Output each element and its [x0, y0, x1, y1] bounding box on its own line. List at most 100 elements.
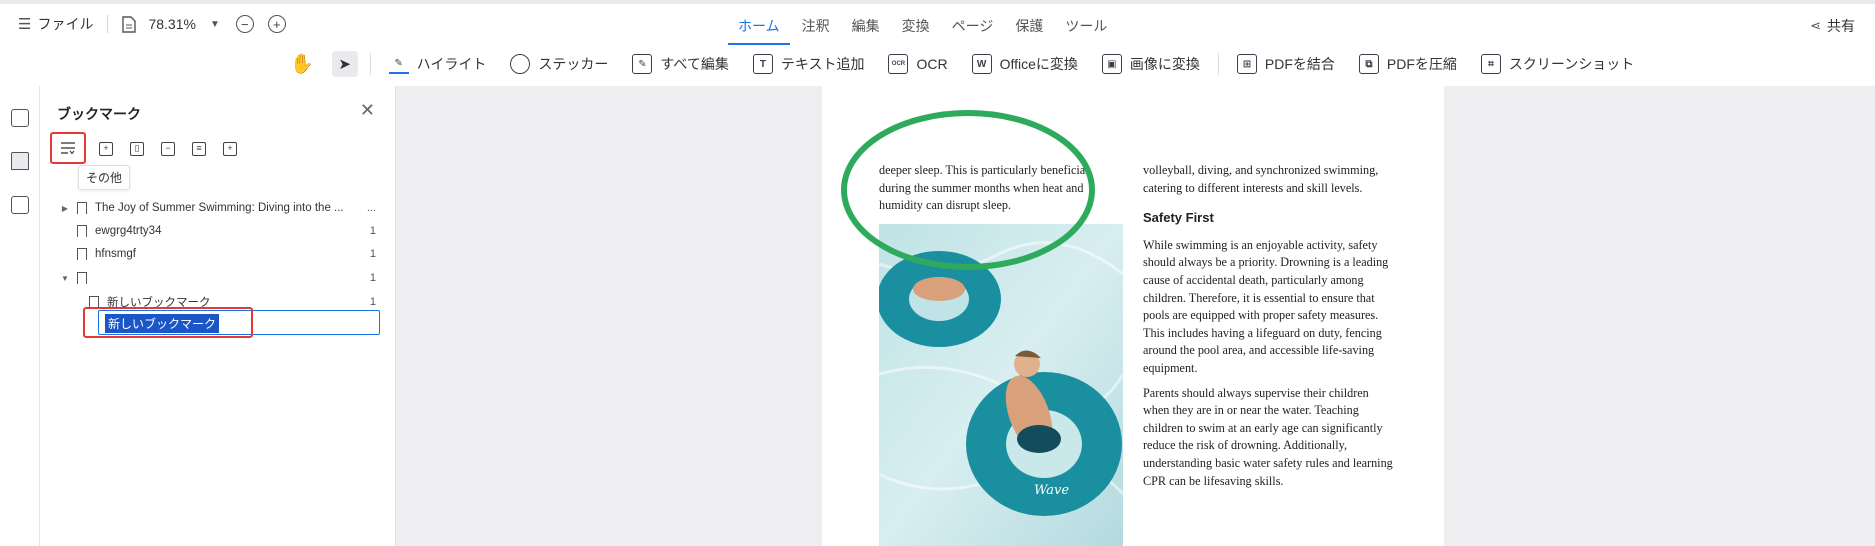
close-icon[interactable]: ✕ — [360, 100, 375, 121]
compress-pdf-label: PDFを圧縮 — [1386, 56, 1457, 72]
pdf-page[interactable]: deeper sleep. This is particularly benef… — [822, 86, 1444, 546]
pool-photo: Wave — [879, 224, 1123, 546]
share-label: 共有 — [1827, 18, 1855, 34]
tab-page[interactable]: ページ — [952, 16, 994, 36]
tab-annotate[interactable]: 注釈 — [802, 16, 830, 36]
tab-convert[interactable]: 変換 — [902, 16, 930, 36]
bookmark-item-icon — [77, 272, 87, 284]
to-office-label: Officeに変換 — [999, 56, 1078, 72]
zoom-level[interactable]: 78.31% — [148, 16, 195, 32]
zoom-in-icon[interactable]: + — [267, 15, 286, 33]
add-bookmark-button[interactable]: + — [95, 138, 117, 160]
ribbon-tabs: ホーム 注釈 編集 変換 ページ 保護 ツール — [728, 16, 1129, 45]
menu-bar: ☰ ファイル 78.31% ▼ − + ホーム 注釈 編集 変換 ページ 保護 … — [0, 4, 1875, 46]
text-box-icon: T — [752, 54, 773, 74]
tab-protect[interactable]: 保護 — [1015, 16, 1043, 36]
collapse-arrow-icon[interactable]: ▼ — [59, 274, 71, 283]
photo-image: Wave — [879, 224, 1123, 546]
screenshot-button[interactable]: ⌗ スクリーンショット — [1480, 54, 1635, 74]
bookmark-properties-button[interactable]: ≡ — [188, 138, 210, 160]
svg-text:Wave: Wave — [1034, 483, 1069, 498]
new-child-bookmark-button[interactable]: + — [219, 138, 241, 160]
home-toolbar: ✋ ➤ ✎ ハイライト ステッカー ✎ すべて編集 T テキスト追加 OCR O… — [290, 46, 1658, 82]
merge-pdf-label: PDFを結合 — [1264, 56, 1335, 72]
tab-tools[interactable]: ツール — [1065, 16, 1107, 36]
trash-icon: − — [161, 142, 175, 156]
bookmark-item[interactable]: hfnsmgf 1 — [40, 242, 376, 266]
bookmark-toolbar: + ▯ − ≡ + — [50, 132, 250, 164]
to-image-label: 画像に変換 — [1129, 56, 1200, 72]
bookmark-page: ... — [366, 202, 376, 214]
list-options-icon — [61, 142, 75, 155]
more-options-button[interactable] — [50, 132, 86, 164]
section-heading: Safety First — [1143, 210, 1214, 226]
merge-icon: ⊞ — [1236, 54, 1257, 74]
comment-icon[interactable] — [11, 196, 29, 214]
add-text-button[interactable]: T テキスト追加 — [752, 54, 865, 74]
bookmark-item-icon — [77, 248, 87, 260]
file-icon: ≡ — [192, 142, 206, 156]
bookmark-item-child[interactable]: 新しいブックマーク 1 — [40, 290, 376, 314]
edit-all-button[interactable]: ✎ すべて編集 — [632, 54, 729, 74]
zoom-dropdown-icon[interactable]: ▼ — [210, 19, 220, 30]
bookmark-page: 1 — [369, 272, 376, 284]
bookmark-icon[interactable] — [11, 152, 29, 170]
bookmark-page: 1 — [369, 296, 376, 308]
text-column-right: volleyball, diving, and synchronized swi… — [1143, 162, 1393, 497]
ocr-icon: OCR — [888, 54, 909, 74]
pdf-editor-window: ☰ ファイル 78.31% ▼ − + ホーム 注釈 編集 変換 ページ 保護 … — [0, 0, 1875, 546]
ocr-button[interactable]: OCR OCR — [888, 54, 948, 74]
share-icon: ⋖ — [1810, 18, 1821, 33]
bookmark-item-icon — [77, 202, 87, 214]
tab-edit[interactable]: 編集 — [852, 16, 880, 36]
bookmark-item-editing[interactable]: ▼ 1 — [40, 266, 376, 290]
menu-left-group: ☰ ファイル 78.31% ▼ − + — [18, 14, 286, 34]
sticker-button[interactable]: ステッカー — [510, 54, 608, 74]
image-icon: ▣ — [1101, 54, 1122, 74]
zoom-out-icon[interactable]: − — [235, 15, 254, 33]
office-icon: W — [971, 54, 992, 74]
expand-arrow-icon[interactable]: ▶ — [59, 204, 71, 213]
bookmark-item[interactable]: ▶ The Joy of Summer Swimming: Diving int… — [40, 196, 376, 220]
book-icon: ▯ — [130, 142, 144, 156]
file-menu[interactable]: ファイル — [37, 14, 93, 34]
highlighter-icon: ✎ — [388, 54, 409, 74]
hand-tool-icon[interactable]: ✋ — [290, 52, 314, 76]
to-office-button[interactable]: W Officeに変換 — [971, 54, 1078, 74]
divider — [107, 15, 109, 33]
ellipse-annotation[interactable] — [840, 109, 1096, 271]
compress-pdf-button[interactable]: ⧉ PDFを圧縮 — [1358, 54, 1457, 74]
add-text-label: テキスト追加 — [780, 56, 865, 72]
bookmark-item-icon — [89, 296, 99, 308]
highlight-button[interactable]: ✎ ハイライト — [388, 54, 486, 74]
delete-bookmark-button[interactable]: − — [157, 138, 179, 160]
bookmark-page: 1 — [369, 225, 376, 237]
hamburger-icon[interactable]: ☰ — [18, 15, 31, 33]
edit-icon: ✎ — [632, 54, 653, 74]
share-button[interactable]: ⋖ 共有 — [1810, 16, 1855, 36]
bookmark-label: The Joy of Summer Swimming: Diving into … — [95, 202, 344, 214]
bookmark-label: ewgrg4trty34 — [95, 225, 162, 237]
file-add-icon: + — [223, 142, 237, 156]
expand-bookmark-button[interactable]: ▯ — [126, 138, 148, 160]
edit-all-label: すべて編集 — [660, 56, 729, 72]
sticker-label: ステッカー — [538, 56, 609, 72]
document-icon[interactable] — [122, 15, 137, 33]
tab-home[interactable]: ホーム — [728, 16, 790, 45]
bookmark-item-icon — [77, 225, 87, 237]
sticker-icon — [510, 54, 531, 74]
merge-pdf-button[interactable]: ⊞ PDFを結合 — [1236, 54, 1335, 74]
thumbnail-icon[interactable] — [11, 109, 29, 127]
select-tool-icon[interactable]: ➤ — [331, 51, 358, 77]
to-image-button[interactable]: ▣ 画像に変換 — [1101, 54, 1200, 74]
screenshot-label: スクリーンショット — [1508, 56, 1635, 72]
bookmark-item[interactable]: ewgrg4trty34 1 — [40, 219, 376, 243]
panel-title: ブックマーク — [57, 106, 141, 122]
bookmark-panel: ブックマーク ✕ + ▯ − ≡ + その他 ▶ The Joy of Summ… — [40, 86, 396, 546]
paragraph: Parents should always supervise their ch… — [1143, 385, 1393, 488]
paragraph: While swimming is an enjoyable activity,… — [1143, 237, 1389, 375]
ocr-label: OCR — [916, 56, 948, 72]
bookmark-page: 1 — [369, 248, 376, 260]
left-sidebar-rail — [0, 86, 40, 546]
compress-icon: ⧉ — [1358, 54, 1379, 74]
